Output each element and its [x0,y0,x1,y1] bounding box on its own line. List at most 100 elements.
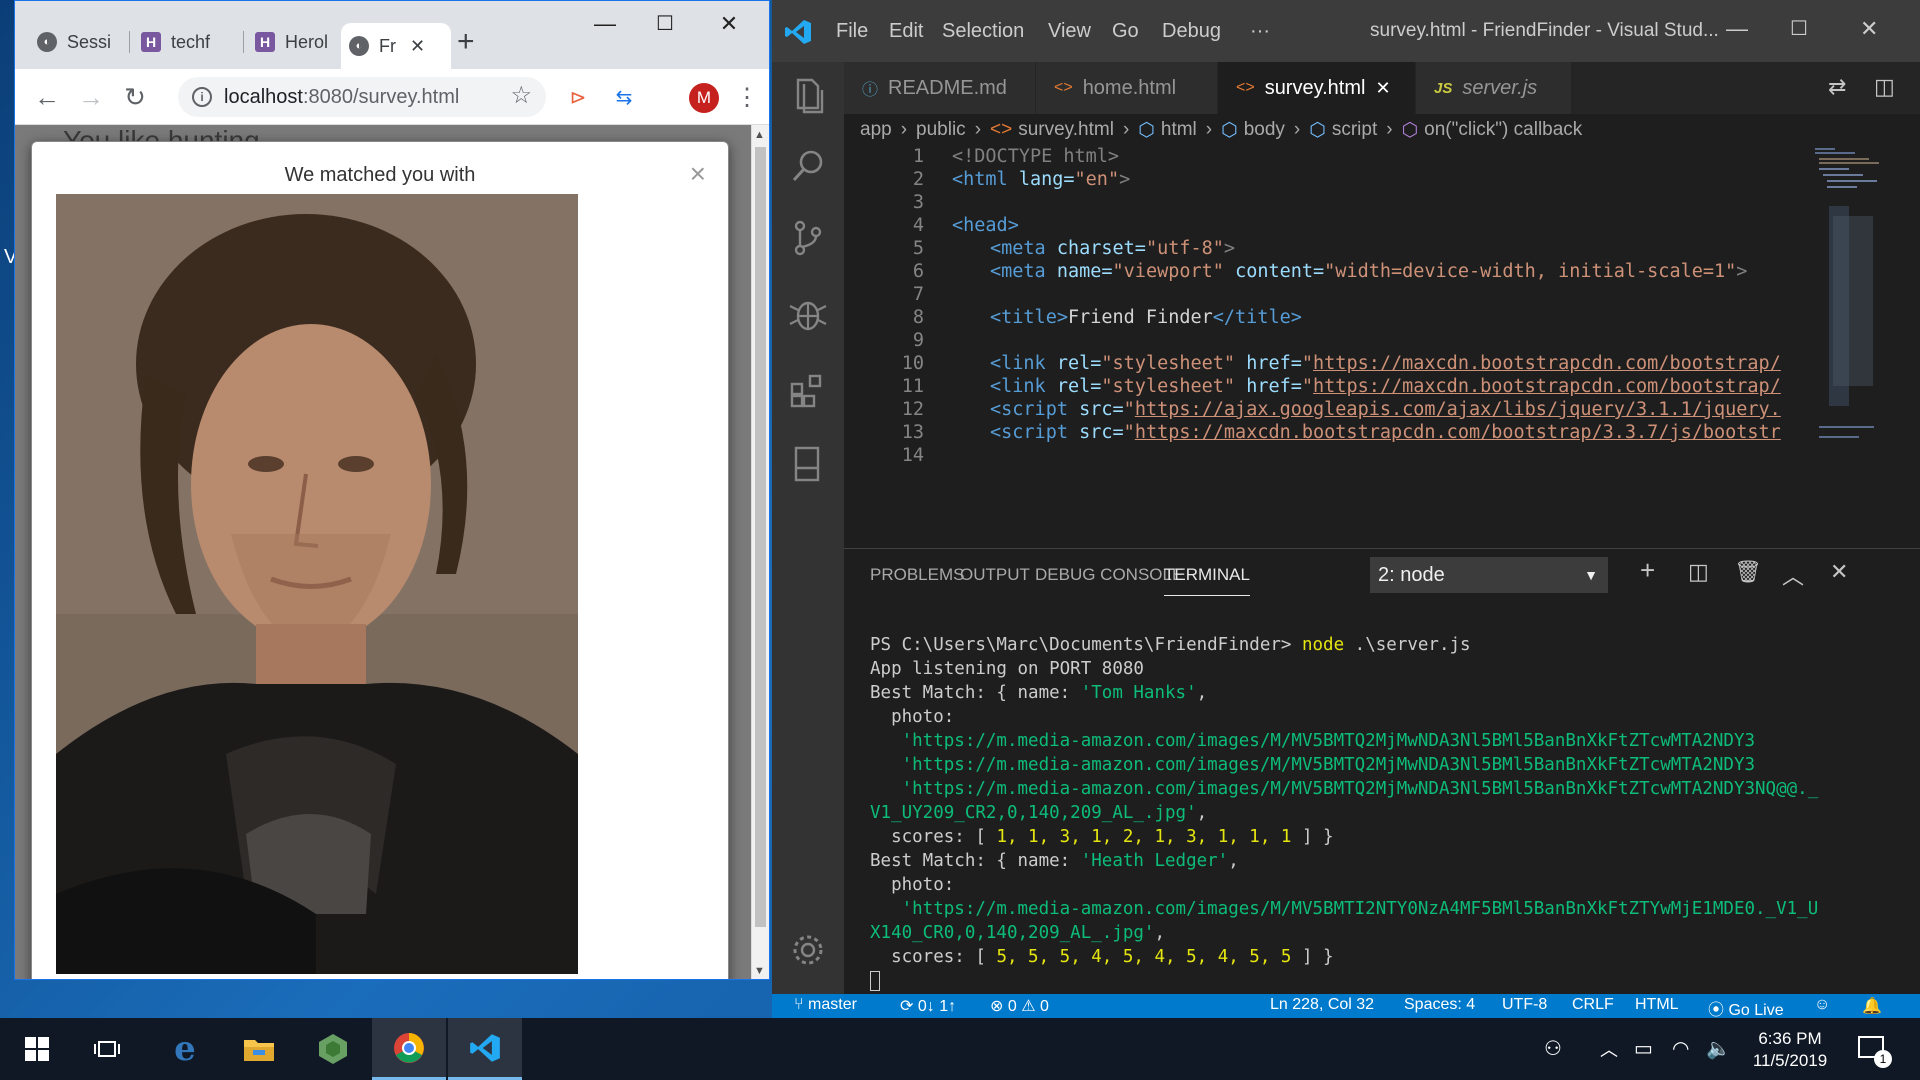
chrome-menu-icon[interactable]: ⋮ [735,83,759,113]
close-tab-icon[interactable]: ✕ [410,36,425,57]
code-token[interactable]: https://maxcdn.bootstrapcdn.com/bootstra… [1313,353,1781,374]
tab-output[interactable]: OUTPUT [960,565,1030,585]
split-editor-icon[interactable]: ◫ [1874,74,1895,100]
people-icon[interactable]: ⚇ [1544,1036,1562,1061]
cursor-position[interactable]: Ln 228, Col 32 [1270,996,1374,1014]
code-token[interactable]: https://maxcdn.bootstrapcdn.com/bootstra… [1313,376,1781,397]
split-terminal-icon[interactable]: ◫ [1688,559,1709,585]
extension-icon[interactable]: ⊳ [565,85,591,111]
browser-tab[interactable]: H techf [133,23,213,61]
bookmark-star-icon[interactable]: ☆ [510,81,532,110]
taskbar-file-explorer[interactable] [222,1018,296,1080]
chevron-up-icon[interactable]: ︿ [1782,559,1804,591]
menu-go[interactable]: Go [1112,20,1139,43]
maximize-button[interactable]: ☐ [645,11,685,36]
breadcrumb-item[interactable]: body [1244,119,1285,141]
code-token: <meta [990,261,1057,282]
action-center-icon[interactable]: 1 [1858,1036,1892,1068]
menu-file[interactable]: File [836,20,868,43]
terminal-output[interactable]: PS C:\Users\Marc\Documents\FriendFinder>… [870,633,1910,993]
taskbar-nodejs[interactable] [296,1018,370,1080]
tab-server-js[interactable]: JS server.js [1416,62,1572,114]
tab-problems[interactable]: PROBLEMS [870,565,964,585]
minimize-button[interactable]: — [1726,16,1748,42]
language-mode[interactable]: HTML [1635,996,1679,1014]
minimap[interactable] [1807,146,1885,544]
breadcrumb-item[interactable]: script [1332,119,1377,141]
scroll-up-icon[interactable]: ▲ [754,129,765,141]
profile-avatar[interactable]: M [689,83,719,113]
battery-icon[interactable]: ▭ [1634,1036,1653,1061]
wifi-icon[interactable]: ◠ [1672,1036,1689,1061]
tab-debug-console[interactable]: DEBUG CONSOLE [1035,565,1183,585]
minimize-button[interactable]: — [585,11,625,37]
volume-icon[interactable]: 🔈 [1706,1036,1731,1061]
source-control-icon[interactable] [786,216,830,260]
compare-changes-icon[interactable]: ⇄ [1828,74,1846,100]
extension-arrows-icon[interactable]: ⇆ [611,85,637,111]
code-token[interactable]: https://maxcdn.bootstrapcdn.com/bootstra… [1135,422,1781,443]
taskbar-vscode[interactable] [448,1018,522,1080]
tab-survey-html[interactable]: <> survey.html ✕ [1218,62,1416,114]
browser-tab[interactable]: ◐ Sessi [29,23,129,61]
start-button[interactable] [0,1018,74,1080]
breadcrumb-item[interactable]: html [1161,119,1197,141]
search-icon[interactable] [786,144,830,188]
close-window-button[interactable]: ✕ [709,11,749,37]
site-info-icon[interactable]: i [192,87,212,107]
menu-selection[interactable]: Selection [942,20,1024,43]
git-branch[interactable]: ⑂ master [794,996,857,1014]
tab-terminal[interactable]: TERMINAL [1164,565,1250,596]
taskbar-edge[interactable]: e [148,1018,222,1080]
browser-tab-active[interactable]: ◐ Fr ✕ [341,23,451,69]
new-tab-button[interactable]: + [457,27,475,57]
feedback-smiley-icon[interactable]: ☺ [1814,996,1830,1014]
browser-tab[interactable]: H Herol [247,23,337,61]
code-editor[interactable]: 1 2 3 4 5 6 7 8 9 10 11 12 13 14 <!DOCTY… [844,146,1844,544]
menu-view[interactable]: View [1048,20,1091,43]
trash-icon[interactable]: 🗑 [1734,559,1762,585]
line-ending[interactable]: CRLF [1572,996,1614,1014]
code-token: " [1123,422,1135,443]
forward-button[interactable]: → [73,79,109,115]
breadcrumb-item[interactable]: survey.html [1018,119,1114,141]
close-tab-icon[interactable]: ✕ [1375,78,1390,99]
problems-count[interactable]: ⊗ 0 ⚠ 0 [990,996,1049,1016]
menu-debug[interactable]: Debug [1162,20,1221,43]
go-live-button[interactable]: ⦿ Go Live [1708,996,1784,1018]
settings-gear-icon[interactable] [786,928,830,972]
debug-icon[interactable] [786,292,830,336]
scrollbar-thumb[interactable] [755,147,766,927]
tab-readme[interactable]: ⓘ README.md [844,62,1036,114]
tab-home-html[interactable]: <> home.html [1036,62,1218,114]
maximize-button[interactable]: ☐ [1790,16,1808,41]
menu-edit[interactable]: Edit [889,20,923,43]
task-view-button[interactable] [70,1018,144,1080]
sync-status[interactable]: ⟳ 0↓ 1↑ [900,996,956,1016]
new-terminal-icon[interactable]: + [1640,555,1655,586]
notifications-bell-icon[interactable]: 🔔 [1862,996,1882,1016]
clock-time: 6:36 PM [1758,1029,1822,1048]
remote-explorer-icon[interactable] [786,442,830,486]
scroll-down-icon[interactable]: ▼ [754,965,765,977]
explorer-icon[interactable] [786,74,830,118]
clock[interactable]: 6:36 PM 11/5/2019 [1735,1028,1845,1072]
extensions-icon[interactable] [786,368,830,412]
close-window-button[interactable]: ✕ [1860,16,1878,42]
menu-more[interactable]: ··· [1250,20,1270,43]
code-token[interactable]: https://ajax.googleapis.com/ajax/libs/jq… [1135,399,1781,420]
breadcrumb-item[interactable]: public [916,119,966,141]
address-bar[interactable]: i localhost :8080/survey.html ☆ [178,77,546,117]
encoding[interactable]: UTF-8 [1502,996,1547,1014]
page-scrollbar[interactable]: ▲ ▼ [751,125,769,979]
modal-close-button[interactable]: × [690,158,706,190]
close-panel-icon[interactable]: ✕ [1830,559,1848,585]
breadcrumb-item[interactable]: app [860,119,892,141]
terminal-select[interactable]: 2: node ▼ [1370,557,1608,593]
taskbar-chrome[interactable] [372,1018,446,1080]
indentation[interactable]: Spaces: 4 [1404,996,1475,1014]
reload-button[interactable]: ↻ [117,79,153,115]
breadcrumb-item[interactable]: on("click") callback [1424,119,1582,141]
show-hidden-icons[interactable]: ︿ [1600,1036,1618,1062]
back-button[interactable]: ← [29,79,65,115]
